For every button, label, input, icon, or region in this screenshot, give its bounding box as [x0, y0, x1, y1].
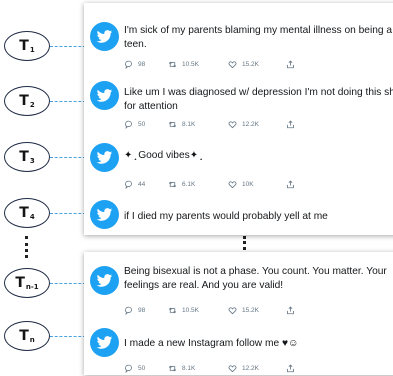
tweet-card-group-b: Being bisexual is not a phase. You count… — [84, 252, 393, 375]
reply-count: 44 — [138, 181, 146, 188]
node-label-sub: 4 — [29, 213, 35, 221]
retweet-icon — [168, 121, 177, 128]
tweet-actions: 98 10.5K 15.2K — [124, 60, 393, 72]
retweet-count: 10.5K — [182, 307, 199, 314]
reply-icon — [125, 60, 132, 69]
tweet-text: Being bisexual is not a phase. You count… — [124, 266, 387, 291]
retweet-button[interactable]: 6.1K — [168, 180, 195, 189]
timeline-node-tn: Tn — [4, 321, 50, 351]
node-label-main: T — [19, 93, 29, 109]
retweet-icon — [168, 61, 177, 68]
timeline-node-t3: T3 — [4, 142, 50, 172]
like-count: 15.2K — [242, 307, 259, 314]
node-label-main: T — [15, 275, 25, 291]
reply-icon — [125, 364, 132, 373]
retweet-icon — [168, 365, 177, 372]
reply-icon — [125, 306, 132, 315]
share-icon — [287, 306, 294, 315]
like-count: 12.2K — [242, 121, 259, 128]
twitter-bird-icon — [90, 81, 119, 110]
share-button[interactable] — [286, 364, 295, 373]
tweet-text: I made a new Instagram follow me ♥☺ — [124, 338, 299, 349]
connector-t2 — [50, 101, 86, 102]
connector-t3 — [50, 157, 86, 158]
node-label-sub: n — [29, 336, 35, 344]
heart-icon — [228, 307, 237, 315]
like-button[interactable]: 12.2K — [228, 120, 259, 129]
timeline-node-t1: T1 — [4, 31, 50, 61]
share-icon — [287, 364, 294, 373]
heart-icon — [228, 61, 237, 69]
tweet-text: if I died my parents would probably yell… — [124, 211, 328, 222]
connector-tn-1 — [50, 283, 86, 284]
retweet-button[interactable]: 8.1K — [168, 120, 195, 129]
tweet-text: Like um I was diagnosed w/ depression I'… — [124, 87, 393, 112]
share-button[interactable] — [286, 306, 295, 315]
node-label-main: T — [19, 38, 29, 54]
like-button[interactable]: 10K — [228, 180, 254, 189]
ellipsis-dots-left — [25, 236, 30, 258]
connector-t4 — [50, 213, 86, 214]
like-button[interactable]: 15.2K — [228, 306, 259, 315]
reply-button[interactable]: 98 — [124, 60, 145, 69]
twitter-bird-icon — [90, 200, 119, 229]
retweet-count: 8.1K — [182, 365, 196, 372]
share-icon — [287, 180, 294, 189]
retweet-count: 8.1K — [182, 121, 196, 128]
retweet-count: 6.1K — [182, 181, 196, 188]
share-button[interactable] — [286, 60, 295, 69]
tweet-actions: 98 10.5K 15.2K — [124, 306, 393, 318]
reply-count: 50 — [138, 121, 146, 128]
retweet-icon — [168, 307, 177, 314]
reply-icon — [125, 120, 132, 129]
reply-button[interactable]: 50 — [124, 120, 145, 129]
reply-button[interactable]: 44 — [124, 180, 145, 189]
share-icon — [287, 120, 294, 129]
reply-icon — [125, 180, 132, 189]
tweet-card-group-a: I'm sick of my parents blaming my mental… — [84, 3, 393, 235]
node-label-sub: 1 — [29, 46, 35, 54]
timeline-node-t2: T2 — [4, 86, 50, 116]
retweet-button[interactable]: 10.5K — [168, 60, 199, 69]
tweet-actions: 44 6.1K 10K — [124, 180, 393, 192]
reply-count: 98 — [138, 307, 146, 314]
tweet-text: I'm sick of my parents blaming my mental… — [124, 25, 393, 50]
node-label-sub: 2 — [29, 101, 35, 109]
node-label-main: T — [19, 149, 29, 165]
heart-icon — [228, 181, 237, 189]
heart-icon — [228, 365, 237, 373]
like-button[interactable]: 12.2K — [228, 364, 259, 373]
like-count: 12.2K — [242, 365, 259, 372]
node-label-main: T — [19, 328, 29, 344]
share-icon — [287, 60, 294, 69]
share-button[interactable] — [286, 120, 295, 129]
node-label-sub: n-1 — [25, 283, 39, 291]
tweet-actions: 50 8.1K 12.2K — [124, 364, 393, 376]
retweet-count: 10.5K — [182, 61, 199, 68]
node-label-sub: 3 — [29, 157, 35, 165]
like-count: 15.2K — [242, 61, 259, 68]
reply-button[interactable]: 98 — [124, 306, 145, 315]
connector-t1 — [50, 46, 86, 47]
retweet-button[interactable]: 8.1K — [168, 364, 195, 373]
timeline-node-tn-1: Tn-1 — [4, 268, 50, 298]
like-count: 10K — [242, 181, 254, 188]
retweet-icon — [168, 181, 177, 188]
tweet-actions: 50 8.1K 12.2K — [124, 120, 393, 132]
node-label-main: T — [19, 205, 29, 221]
reply-count: 98 — [138, 61, 146, 68]
connector-tn — [50, 336, 86, 337]
like-button[interactable]: 15.2K — [228, 60, 259, 69]
share-button[interactable] — [286, 180, 295, 189]
heart-icon — [228, 121, 237, 129]
tweet-text: ✦ ̟ Good vibes✦ ̟ — [124, 150, 202, 161]
twitter-bird-icon — [90, 143, 119, 172]
twitter-bird-icon — [90, 266, 119, 295]
twitter-bird-icon — [90, 22, 119, 51]
twitter-bird-icon — [90, 328, 119, 357]
timeline-node-t4: T4 — [4, 198, 50, 228]
reply-button[interactable]: 50 — [124, 364, 145, 373]
reply-count: 50 — [138, 365, 146, 372]
retweet-button[interactable]: 10.5K — [168, 306, 199, 315]
